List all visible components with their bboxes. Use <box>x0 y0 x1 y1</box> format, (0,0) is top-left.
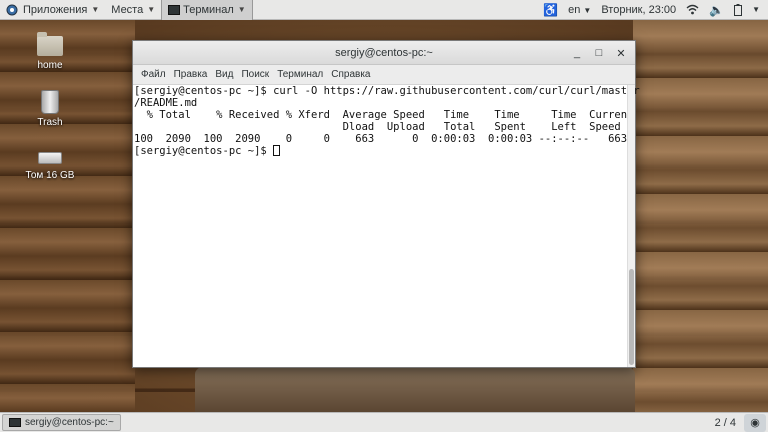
terminal-menubar: Файл Правка Вид Поиск Терминал Справка <box>133 65 635 85</box>
accessibility-icon[interactable]: ♿ <box>543 3 558 17</box>
top-panel: Приложения ▼ Места ▼ Терминал ▼ ♿ en ▼ В… <box>0 0 768 20</box>
menu-terminal[interactable]: Терминал <box>273 69 327 80</box>
trash-icon <box>41 90 59 114</box>
desktop-icon-trash-label: Trash <box>37 117 63 128</box>
terminal-line: Dload Upload Total Spent Left Speed <box>134 121 621 133</box>
message-tray-button[interactable]: ◉ <box>744 413 766 432</box>
wifi-icon[interactable] <box>686 4 699 15</box>
applications-label: Приложения <box>23 3 88 16</box>
chevron-down-icon: ▼ <box>583 5 592 15</box>
menu-file[interactable]: Файл <box>137 69 170 80</box>
keyboard-layout-label: en <box>568 3 581 16</box>
scrollbar-thumb[interactable] <box>629 269 634 365</box>
terminal-app-label: Терминал <box>183 3 234 16</box>
terminal-line: [sergiy@centos-pc ~]$ curl -O https://ra… <box>134 85 640 97</box>
wallpaper-right <box>633 20 768 412</box>
desktop-icon-volume-label: Том 16 GB <box>25 170 75 181</box>
terminal-icon <box>9 418 21 427</box>
chevron-down-icon: ▼ <box>147 5 156 14</box>
close-icon[interactable]: ✕ <box>613 47 629 60</box>
menu-edit[interactable]: Правка <box>170 69 212 80</box>
chevron-down-icon: ▼ <box>237 5 246 14</box>
terminal-window[interactable]: sergiy@centos-pc:~ _ □ ✕ Файл Правка Вид… <box>132 40 640 368</box>
volume-icon[interactable]: 🔈 <box>709 3 724 17</box>
bottom-panel: sergiy@centos-pc:~ 2 / 4 ◉ <box>0 412 768 432</box>
system-menu-chevron-icon[interactable]: ▼ <box>752 5 760 14</box>
menu-search[interactable]: Поиск <box>237 69 273 80</box>
taskbar-terminal-button[interactable]: sergiy@centos-pc:~ <box>2 414 121 431</box>
terminal-cursor <box>273 145 281 156</box>
desktop-icon-home-label: home <box>37 60 63 71</box>
taskbar-terminal-label: sergiy@centos-pc:~ <box>25 417 114 428</box>
applications-menu[interactable]: Приложения ▼ <box>0 0 105 20</box>
applications-icon <box>6 4 18 15</box>
terminal-line: % Total % Received % Xferd Average Speed… <box>134 109 634 121</box>
places-label: Места <box>111 3 144 16</box>
terminal-line: 100 2090 100 2090 0 0 663 0 0:00:03 0:00… <box>134 133 628 145</box>
terminal-icon <box>168 4 181 15</box>
menu-help[interactable]: Справка <box>327 69 374 80</box>
maximize-icon[interactable]: □ <box>591 47 607 59</box>
drive-icon <box>38 152 62 164</box>
places-menu[interactable]: Места ▼ <box>105 0 161 20</box>
workspace-indicator[interactable]: 2 / 4 <box>707 417 744 429</box>
window-title: sergiy@centos-pc:~ <box>335 46 433 59</box>
terminal-app-menu[interactable]: Терминал ▼ <box>161 0 253 20</box>
terminal-output[interactable]: [sergiy@centos-pc ~]$ curl -O https://ra… <box>133 85 640 367</box>
terminal-prompt: [sergiy@centos-pc ~]$ <box>134 145 274 157</box>
wallpaper-left <box>0 20 135 412</box>
desktop-icon-trash[interactable]: Trash <box>10 90 90 128</box>
terminal-prompt-line: [sergiy@centos-pc ~]$ <box>134 145 627 157</box>
menu-view[interactable]: Вид <box>211 69 237 80</box>
chevron-down-icon: ▼ <box>91 5 100 14</box>
notification-icon: ◉ <box>750 417 760 429</box>
home-folder-icon <box>37 32 63 56</box>
window-titlebar[interactable]: sergiy@centos-pc:~ _ □ ✕ <box>133 41 635 65</box>
clock[interactable]: Вторник, 23:00 <box>601 4 676 16</box>
battery-icon[interactable] <box>734 3 743 16</box>
terminal-line: /README.md <box>134 97 198 109</box>
minimize-icon[interactable]: _ <box>569 47 585 59</box>
desktop-icon-volume[interactable]: Том 16 GB <box>10 146 90 181</box>
keyboard-layout[interactable]: en ▼ <box>568 4 591 16</box>
terminal-scrollbar[interactable] <box>627 85 635 367</box>
desktop-icon-home[interactable]: home <box>10 32 90 71</box>
